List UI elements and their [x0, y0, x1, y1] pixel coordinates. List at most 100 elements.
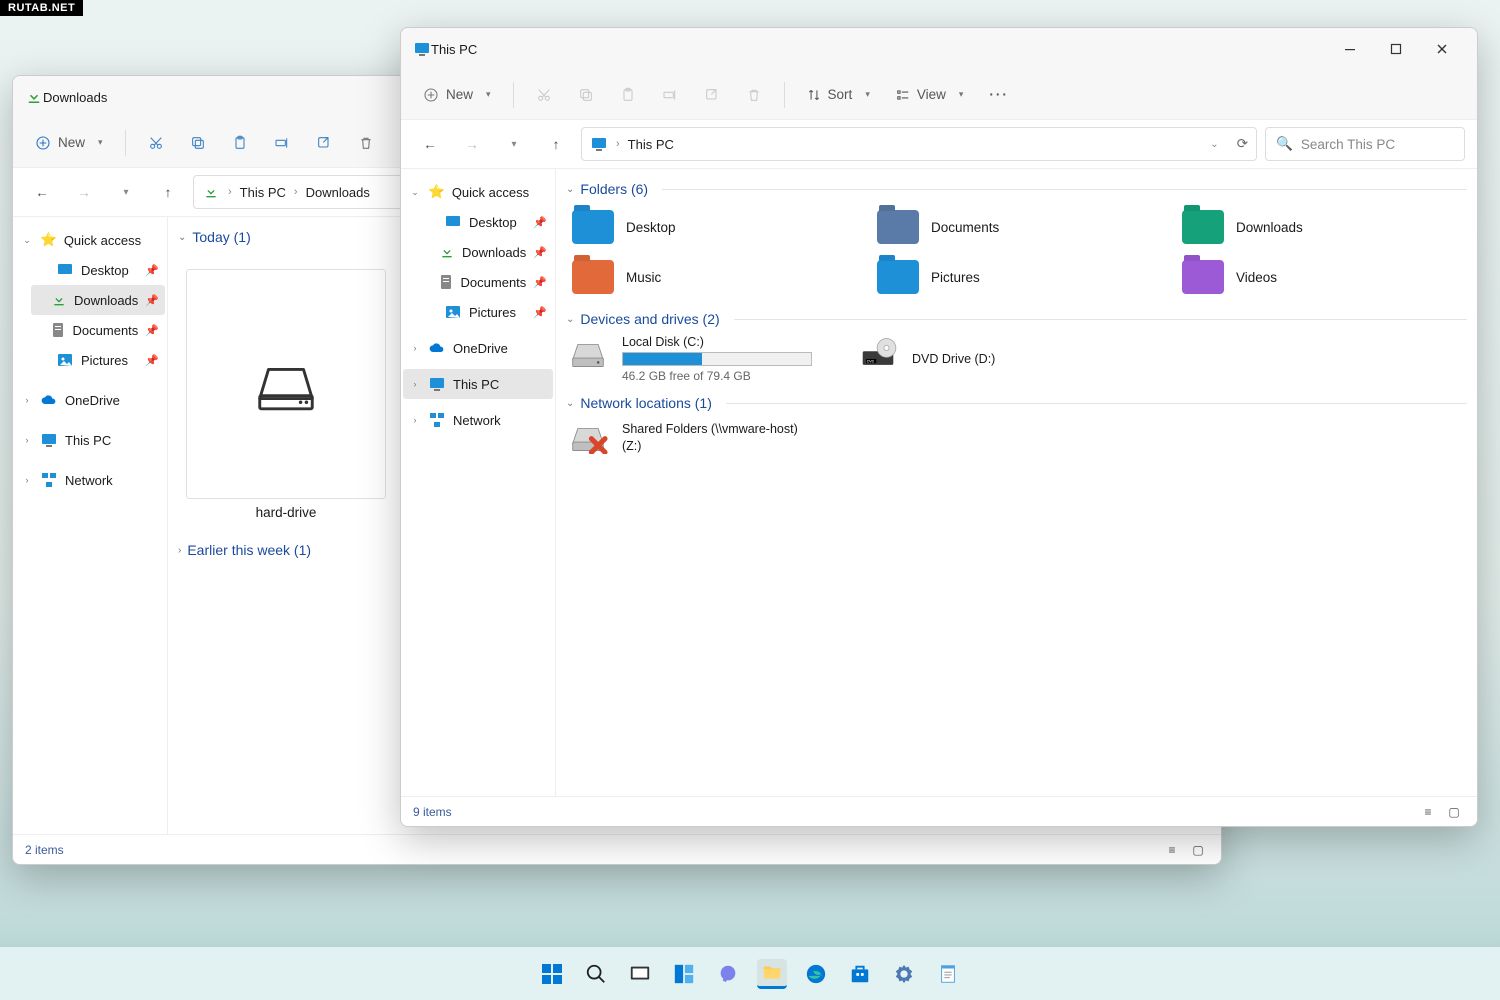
- close-button[interactable]: [1419, 33, 1465, 65]
- hdd-icon: [566, 335, 610, 371]
- taskview-button[interactable]: [625, 959, 655, 989]
- nav-documents[interactable]: Documents📌: [419, 267, 553, 297]
- pin-icon: 📌: [533, 276, 547, 289]
- netloc-label: Shared Folders (\\vmware-host): [622, 422, 798, 436]
- copy-button[interactable]: [568, 78, 604, 112]
- drive-dvd-d[interactable]: DVD DVD Drive (D:): [856, 335, 1106, 383]
- nav-quick-access[interactable]: ⌄⭐Quick access: [403, 177, 553, 207]
- nav-network[interactable]: ›Network: [15, 465, 165, 495]
- settings-button[interactable]: [889, 959, 919, 989]
- window-title: This PC: [431, 42, 477, 57]
- share-button[interactable]: [306, 126, 342, 160]
- history-chevron[interactable]: ▾: [497, 127, 531, 161]
- desktop-icon: [56, 261, 74, 279]
- nav-pictures[interactable]: Pictures📌: [419, 297, 553, 327]
- history-chevron[interactable]: ▾: [109, 175, 143, 209]
- explorer-button[interactable]: [757, 959, 787, 989]
- section-drives[interactable]: ⌄Devices and drives (2): [566, 311, 1467, 327]
- search-icon: 🔍: [1276, 136, 1293, 152]
- download-icon: [51, 291, 67, 309]
- tiles-view-icon[interactable]: ▢: [1187, 839, 1209, 861]
- back-button[interactable]: ←: [413, 127, 447, 161]
- sort-button[interactable]: Sort▾: [797, 78, 880, 112]
- forward-button[interactable]: →: [455, 127, 489, 161]
- tiles-view-icon[interactable]: ▢: [1443, 801, 1465, 823]
- titlebar[interactable]: This PC: [401, 28, 1477, 70]
- back-button[interactable]: ←: [25, 175, 59, 209]
- nav-pane: ⌄⭐Quick access Desktop📌 Downloads📌 Docum…: [401, 169, 556, 796]
- up-button[interactable]: ↑: [151, 175, 185, 209]
- maximize-button[interactable]: [1373, 33, 1419, 65]
- view-button[interactable]: View▾: [886, 78, 974, 112]
- refresh-icon[interactable]: ⟳: [1237, 136, 1248, 152]
- new-button[interactable]: New▾: [413, 78, 501, 112]
- search-button[interactable]: [581, 959, 611, 989]
- rename-button[interactable]: [264, 126, 300, 160]
- pictures-icon: [56, 351, 74, 369]
- network-location[interactable]: Shared Folders (\\vmware-host) (Z:): [566, 419, 866, 455]
- content-area[interactable]: ⌄Folders (6) Desktop Documents Downloads…: [556, 169, 1477, 796]
- network-drive-icon: [566, 419, 610, 455]
- share-button[interactable]: [694, 78, 730, 112]
- window-thispc: This PC New▾ Sort▾ View▾ ··· ← → ▾ ↑ › T…: [400, 27, 1478, 827]
- view-label: View: [917, 87, 946, 102]
- folder-pictures[interactable]: Pictures: [871, 255, 1162, 299]
- rename-button[interactable]: [652, 78, 688, 112]
- section-folders[interactable]: ⌄Folders (6): [566, 181, 1467, 197]
- search-placeholder: Search This PC: [1301, 137, 1395, 152]
- nav-pictures[interactable]: Pictures📌: [31, 345, 165, 375]
- taskbar[interactable]: [0, 947, 1500, 1000]
- paste-button[interactable]: [222, 126, 258, 160]
- nav-onedrive[interactable]: ›OneDrive: [403, 333, 553, 363]
- search-box[interactable]: 🔍 Search This PC: [1265, 127, 1465, 161]
- forward-button[interactable]: →: [67, 175, 101, 209]
- crumb-thispc[interactable]: This PC: [628, 137, 674, 152]
- store-button[interactable]: [845, 959, 875, 989]
- folder-desktop[interactable]: Desktop: [566, 205, 857, 249]
- up-button[interactable]: ↑: [539, 127, 573, 161]
- start-button[interactable]: [537, 959, 567, 989]
- nav-quick-access[interactable]: ⌄⭐Quick access: [15, 225, 165, 255]
- folder-videos[interactable]: Videos: [1176, 255, 1467, 299]
- status-bar: 2 items ≡ ▢: [13, 834, 1221, 864]
- details-view-icon[interactable]: ≡: [1161, 839, 1183, 861]
- address-bar[interactable]: › This PC ⌄ ⟳: [581, 127, 1257, 161]
- crumb-thispc[interactable]: This PC: [240, 185, 286, 200]
- more-button[interactable]: ···: [979, 78, 1019, 112]
- monitor-icon: [428, 375, 446, 393]
- delete-button[interactable]: [348, 126, 384, 160]
- details-view-icon[interactable]: ≡: [1417, 801, 1439, 823]
- nav-documents[interactable]: Documents📌: [31, 315, 165, 345]
- widgets-button[interactable]: [669, 959, 699, 989]
- new-label: New: [58, 135, 85, 150]
- paste-button[interactable]: [610, 78, 646, 112]
- edge-button[interactable]: [801, 959, 831, 989]
- nav-desktop[interactable]: Desktop📌: [419, 207, 553, 237]
- nav-downloads[interactable]: Downloads📌: [419, 237, 553, 267]
- nav-thispc[interactable]: ›This PC: [403, 369, 553, 399]
- nav-downloads[interactable]: Downloads📌: [31, 285, 165, 315]
- delete-button[interactable]: [736, 78, 772, 112]
- nav-onedrive[interactable]: ›OneDrive: [15, 385, 165, 415]
- folder-music[interactable]: Music: [566, 255, 857, 299]
- nav-network[interactable]: ›Network: [403, 405, 553, 435]
- folder-documents[interactable]: Documents: [871, 205, 1162, 249]
- download-icon: [202, 183, 220, 201]
- download-icon: [439, 243, 455, 261]
- section-network[interactable]: ⌄Network locations (1): [566, 395, 1467, 411]
- nav-row: ← → ▾ ↑ › This PC ⌄ ⟳ 🔍 Search This PC: [401, 120, 1477, 168]
- cut-button[interactable]: [526, 78, 562, 112]
- cut-button[interactable]: [138, 126, 174, 160]
- drive-free-text: 46.2 GB free of 79.4 GB: [622, 369, 812, 383]
- folder-downloads[interactable]: Downloads: [1176, 205, 1467, 249]
- drive-local-c[interactable]: Local Disk (C:) 46.2 GB free of 79.4 GB: [566, 335, 816, 383]
- nav-desktop[interactable]: Desktop📌: [31, 255, 165, 285]
- nav-thispc[interactable]: ›This PC: [15, 425, 165, 455]
- copy-button[interactable]: [180, 126, 216, 160]
- minimize-button[interactable]: [1327, 33, 1373, 65]
- file-item-harddrive[interactable]: hard-drive: [186, 269, 386, 520]
- new-button[interactable]: New▾: [25, 126, 113, 160]
- chat-button[interactable]: [713, 959, 743, 989]
- crumb-downloads[interactable]: Downloads: [306, 185, 370, 200]
- notepad-button[interactable]: [933, 959, 963, 989]
